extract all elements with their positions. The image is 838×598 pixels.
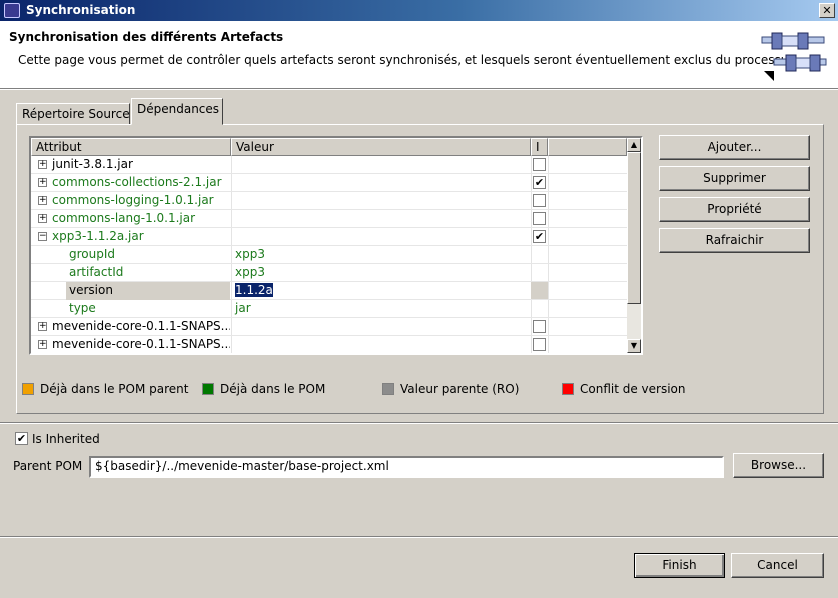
table-row[interactable]: + mevenide-core-0.1.1-SNAPS... bbox=[31, 336, 627, 353]
finish-button[interactable]: Finish bbox=[634, 553, 725, 578]
table-row[interactable]: + commons-logging-1.0.1.jar bbox=[31, 192, 627, 210]
row-value[interactable]: 1.1.2a bbox=[232, 282, 531, 300]
expand-icon[interactable]: + bbox=[38, 196, 47, 205]
separator bbox=[0, 536, 838, 538]
remove-button[interactable]: Supprimer bbox=[659, 166, 810, 191]
inherited-checkbox[interactable]: ✔ bbox=[533, 176, 546, 189]
row-value[interactable] bbox=[232, 210, 531, 228]
inherited-checkbox[interactable] bbox=[533, 194, 546, 207]
inherited-checkbox[interactable] bbox=[533, 320, 546, 333]
row-value[interactable] bbox=[232, 156, 531, 174]
refresh-button[interactable]: Rafraichir bbox=[659, 228, 810, 253]
page-title: Synchronisation des différents Artefacts bbox=[9, 30, 284, 44]
inherited-checkbox[interactable] bbox=[533, 338, 546, 351]
column-header-valeur[interactable]: Valeur bbox=[231, 138, 531, 156]
browse-button[interactable]: Browse... bbox=[733, 453, 824, 478]
table-row[interactable]: artifactId xpp3 bbox=[31, 264, 627, 282]
column-header-attribut[interactable]: Attribut bbox=[31, 138, 231, 156]
table-row[interactable]: + commons-collections-2.1.jar ✔ bbox=[31, 174, 627, 192]
dependencies-table[interactable]: Attribut Valeur I + junit-3.8.1.jar + commo… bbox=[29, 136, 643, 355]
parent-pom-label: Parent POM bbox=[13, 459, 83, 473]
row-attribute: mevenide-core-0.1.1-SNAPS... bbox=[52, 337, 230, 351]
row-value[interactable] bbox=[232, 228, 531, 246]
window-title: Synchronisation bbox=[26, 3, 136, 17]
title-bar: Synchronisation ✕ bbox=[0, 0, 838, 21]
row-attribute: commons-logging-1.0.1.jar bbox=[52, 193, 214, 207]
row-attribute: type bbox=[69, 301, 96, 315]
row-value[interactable]: jar bbox=[232, 300, 531, 318]
inherited-checkbox[interactable] bbox=[533, 158, 546, 171]
inherited-checkbox[interactable] bbox=[533, 212, 546, 225]
legend-swatch bbox=[382, 383, 394, 395]
legend-swatch bbox=[562, 383, 574, 395]
legend-swatch bbox=[22, 383, 34, 395]
row-attribute: groupId bbox=[69, 247, 116, 261]
row-attribute: artifactId bbox=[69, 265, 124, 279]
parent-pom-input[interactable]: ${basedir}/../mevenide-master/base-proje… bbox=[89, 456, 724, 478]
table-row[interactable]: version 1.1.2a bbox=[31, 282, 627, 300]
expand-icon[interactable]: + bbox=[38, 160, 47, 169]
table-row[interactable]: type jar bbox=[31, 300, 627, 318]
column-header-inherited[interactable]: I bbox=[531, 138, 548, 156]
table-header: Attribut Valeur I bbox=[31, 138, 627, 156]
column-header-filler bbox=[548, 138, 627, 156]
row-attribute: mevenide-core-0.1.1-SNAPS... bbox=[52, 319, 230, 333]
cancel-button[interactable]: Cancel bbox=[731, 553, 824, 578]
close-button[interactable]: ✕ bbox=[819, 3, 835, 18]
scroll-up-icon[interactable]: ▲ bbox=[627, 138, 641, 152]
inherited-checkbox[interactable]: ✔ bbox=[533, 230, 546, 243]
row-value[interactable] bbox=[232, 192, 531, 210]
expand-icon[interactable]: + bbox=[38, 340, 47, 349]
row-attribute: commons-lang-1.0.1.jar bbox=[52, 211, 196, 225]
table-row[interactable]: + junit-3.8.1.jar bbox=[31, 156, 627, 174]
expand-icon[interactable]: + bbox=[38, 322, 47, 331]
page-description: Cette page vous permet de contrôler quel… bbox=[18, 53, 795, 67]
selected-value[interactable]: 1.1.2a bbox=[235, 283, 273, 297]
tab-repertoire-source[interactable]: Répertoire Source bbox=[16, 103, 130, 125]
vertical-scrollbar[interactable]: ▲ ▼ bbox=[627, 138, 641, 353]
row-attribute: commons-collections-2.1.jar bbox=[52, 175, 222, 189]
row-value[interactable]: xpp3 bbox=[232, 264, 531, 282]
sync-banner-icon bbox=[761, 32, 827, 81]
scrollbar-thumb[interactable] bbox=[627, 152, 641, 304]
table-row[interactable]: + commons-lang-1.0.1.jar bbox=[31, 210, 627, 228]
expand-icon[interactable]: + bbox=[38, 178, 47, 187]
row-value[interactable] bbox=[232, 336, 531, 353]
row-attribute: xpp3-1.1.2a.jar bbox=[52, 229, 144, 243]
tab-dependances[interactable]: Dépendances bbox=[131, 98, 223, 125]
separator bbox=[0, 422, 838, 424]
row-attribute: junit-3.8.1.jar bbox=[52, 157, 133, 171]
is-inherited-label: Is Inherited bbox=[32, 432, 100, 446]
row-value[interactable] bbox=[232, 174, 531, 192]
collapse-icon[interactable]: − bbox=[38, 232, 47, 241]
expand-icon[interactable]: + bbox=[38, 214, 47, 223]
row-value[interactable]: xpp3 bbox=[232, 246, 531, 264]
table-row[interactable]: + mevenide-core-0.1.1-SNAPS... bbox=[31, 318, 627, 336]
wizard-header: Synchronisation des différents Artefacts… bbox=[0, 21, 838, 89]
is-inherited-checkbox[interactable]: ✔ bbox=[15, 432, 28, 445]
row-attribute: version bbox=[66, 282, 230, 300]
table-row[interactable]: − xpp3-1.1.2a.jar ✔ bbox=[31, 228, 627, 246]
legend-swatch bbox=[202, 383, 214, 395]
app-icon bbox=[4, 3, 20, 18]
table-row[interactable]: groupId xpp3 bbox=[31, 246, 627, 264]
properties-button[interactable]: Propriété bbox=[659, 197, 810, 222]
scroll-down-icon[interactable]: ▼ bbox=[627, 339, 641, 353]
add-button[interactable]: Ajouter... bbox=[659, 135, 810, 160]
row-value[interactable] bbox=[232, 318, 531, 336]
